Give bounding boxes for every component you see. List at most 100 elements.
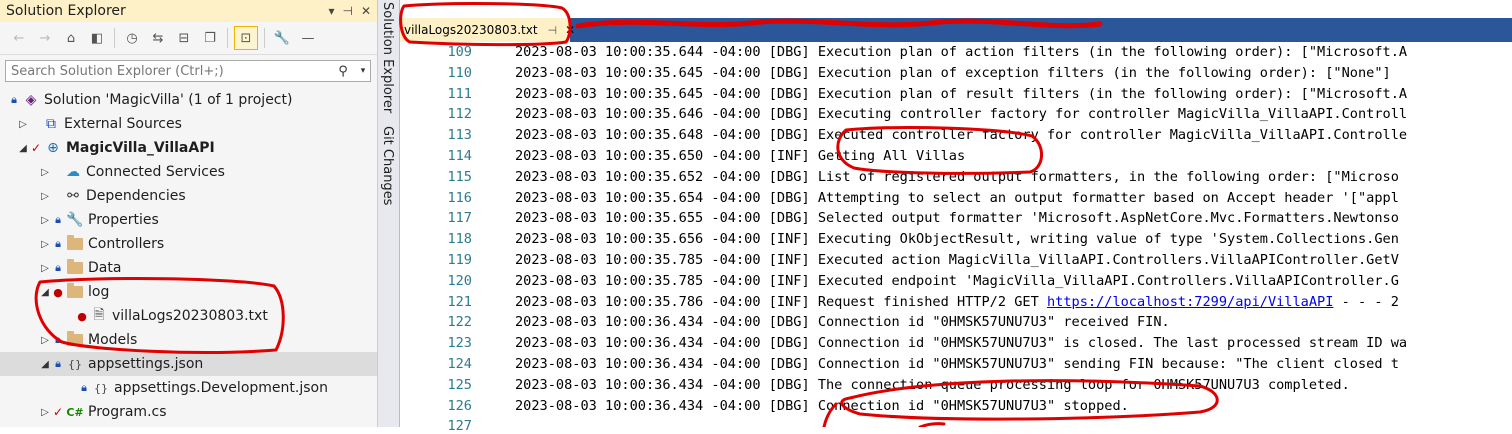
text-editor[interactable]: 109 2023-08-03 10:00:35.644 -04:00 [DBG] … (400, 42, 1512, 434)
preview-selected-items-icon[interactable]: ⊡ (234, 26, 258, 50)
more-options-icon[interactable]: — (297, 27, 319, 49)
search-icon[interactable]: ⚲ (330, 64, 356, 79)
collapse-arrow-icon[interactable]: ◢ (38, 287, 52, 298)
log-line[interactable]: 2023-08-03 10:00:35.645 -04:00 [DBG] Exe… (515, 65, 1391, 81)
log-line[interactable]: 2023-08-03 10:00:35.785 -04:00 [INF] Exe… (515, 273, 1399, 289)
log-line[interactable]: 2023-08-03 10:00:35.655 -04:00 [DBG] Sel… (515, 210, 1399, 226)
switch-views-icon[interactable]: ◧ (86, 27, 108, 49)
log-line[interactable]: 2023-08-03 10:00:36.434 -04:00 [DBG] Con… (515, 356, 1399, 372)
line-number: 124 (447, 356, 472, 372)
tree-item-villalogs-file[interactable]: ● 🗎 villaLogs20230803.txt (0, 304, 377, 328)
lock-icon: 🔒︎ (55, 237, 61, 250)
log-line[interactable]: 2023-08-03 10:00:35.644 -04:00 [DBG] Exe… (515, 44, 1407, 60)
tree-item-label: External Sources (64, 116, 182, 132)
log-line[interactable]: 2023-08-03 10:00:35.652 -04:00 [DBG] Lis… (515, 169, 1399, 185)
log-line-text: 2023-08-03 10:00:35.650 -04:00 [INF] Get… (515, 148, 966, 164)
tree-item-program-cs[interactable]: ▷ ✓ C# Program.cs (0, 400, 377, 424)
tree-item-appsettings-development[interactable]: 🔒︎ {} appsettings.Development.json (0, 376, 377, 400)
tab-villalogs[interactable]: villaLogs20230803.txt ⊣ ✕ (400, 18, 575, 42)
expand-arrow-icon[interactable]: ▷ (16, 119, 30, 130)
expand-arrow-icon[interactable]: ▷ (38, 263, 52, 274)
log-line[interactable]: 2023-08-03 10:00:35.646 -04:00 [DBG] Exe… (515, 106, 1407, 122)
tab-redacted-2[interactable] (696, 20, 796, 42)
tree-item-label: Data (88, 260, 122, 276)
expand-arrow-icon[interactable]: ▷ (38, 191, 52, 202)
tab-redacted-4[interactable] (900, 20, 1070, 42)
log-line[interactable]: 2023-08-03 10:00:35.656 -04:00 [INF] Exe… (515, 231, 1399, 247)
tree-item-label: Controllers (88, 236, 165, 252)
home-icon[interactable]: ⌂ (60, 27, 82, 49)
log-line[interactable]: 2023-08-03 10:00:36.434 -04:00 [DBG] Con… (515, 398, 1129, 414)
collapse-arrow-icon[interactable]: ◢ (38, 359, 52, 370)
log-line[interactable]: 2023-08-03 10:00:35.645 -04:00 [DBG] Exe… (515, 86, 1407, 102)
tree-item-properties[interactable]: ▷ 🔒︎ 🔧 Properties (0, 208, 377, 232)
tab-redacted-1[interactable] (574, 20, 694, 42)
back-icon[interactable]: ← (8, 27, 30, 49)
search-options-dropdown-icon[interactable]: ▾ (356, 66, 370, 76)
log-line[interactable]: 2023-08-03 10:00:35.654 -04:00 [DBG] Att… (515, 190, 1399, 206)
line-number: 113 (447, 127, 472, 144)
close-icon[interactable]: ✕ (361, 4, 371, 18)
tree-item-solution[interactable]: 🔒︎ ◈ Solution 'MagicVilla' (1 of 1 proje… (0, 88, 377, 112)
log-line-text: 2023-08-03 10:00:35.786 -04:00 [INF] Req… (515, 293, 1047, 310)
pending-add-icon: ● (53, 285, 63, 299)
log-line-text: 2023-08-03 10:00:35.644 -04:00 [DBG] Exe… (515, 44, 1408, 60)
tree-item-data[interactable]: ▷ 🔒︎ Data (0, 256, 377, 280)
log-line-text: 2023-08-03 10:00:35.785 -04:00 [INF] Exe… (515, 252, 1399, 268)
side-tab-git-changes[interactable]: Git Changes (380, 126, 395, 205)
show-all-files-icon[interactable]: ❐ (199, 27, 221, 49)
tree-item-project[interactable]: ◢ ✓ ⊕ MagicVilla_VillaAPI (0, 136, 377, 160)
solution-explorer-titlebar: Solution Explorer ▾ ⊣ ✕ (0, 0, 377, 22)
collapse-all-icon[interactable]: ⊟ (173, 27, 195, 49)
pending-changes-filter-icon[interactable]: ◷ (121, 27, 143, 49)
tree-item-label: MagicVilla_VillaAPI (66, 140, 215, 156)
line-number: 119 (447, 252, 472, 268)
tree-item-models[interactable]: ▷ 🔒︎ Models (0, 328, 377, 352)
tab-redacted-3[interactable] (798, 20, 898, 42)
line-number: 126 (447, 397, 472, 414)
log-line[interactable]: 2023-08-03 10:00:35.650 -04:00 [INF] Get… (515, 148, 965, 164)
line-number: 112 (447, 106, 472, 123)
json-file-icon: {} (68, 357, 82, 371)
log-line[interactable]: 2023-08-03 10:00:36.434 -04:00 [DBG] Con… (515, 335, 1407, 351)
sync-with-document-icon[interactable]: ⇆ (147, 27, 169, 49)
tree-item-appsettings[interactable]: ◢ 🔒︎ {} appsettings.json (0, 352, 377, 376)
tree-item-controllers[interactable]: ▷ 🔒︎ Controllers (0, 232, 377, 256)
side-tab-solution-explorer[interactable]: Solution Explorer (380, 2, 395, 113)
expand-arrow-icon[interactable]: ▷ (38, 239, 52, 250)
web-project-icon: ⊕ (47, 140, 59, 156)
expand-arrow-icon[interactable]: ▷ (38, 335, 52, 346)
tree-item-label: Dependencies (86, 188, 186, 204)
json-file-icon: {} (94, 381, 108, 395)
expand-arrow-icon[interactable]: ▷ (38, 215, 52, 226)
url-link[interactable]: https://localhost:7299/api/VillaAPI (1047, 294, 1333, 310)
log-line[interactable]: 2023-08-03 10:00:36.434 -04:00 [DBG] Con… (515, 314, 1170, 330)
lock-icon: 🔒︎ (81, 381, 87, 394)
properties-wrench-icon[interactable]: 🔧 (271, 27, 293, 49)
line-number: 118 (447, 231, 472, 248)
collapse-arrow-icon[interactable]: ◢ (16, 143, 30, 154)
tree-item-connected-services[interactable]: ▷ ☁ Connected Services (0, 160, 377, 184)
expand-arrow-icon[interactable]: ▷ (38, 407, 52, 418)
lock-icon: 🔒︎ (55, 261, 61, 274)
tree-item-external-sources[interactable]: ▷ ⧉ External Sources (0, 112, 377, 136)
pin-tab-icon[interactable]: ⊣ (548, 24, 558, 37)
auto-hide-pin-icon[interactable]: ⊣ (342, 4, 352, 18)
tree-item-label: appsettings.Development.json (114, 380, 328, 396)
line-number: 109 (447, 44, 472, 60)
tab-redacted-5[interactable] (1072, 20, 1172, 42)
expand-arrow-icon[interactable]: ▷ (38, 167, 52, 178)
log-line-text: 2023-08-03 10:00:35.656 -04:00 [INF] Exe… (515, 231, 1399, 248)
solution-explorer-search-box[interactable]: ⚲ ▾ (5, 60, 371, 82)
window-position-dropdown-icon[interactable]: ▾ (328, 4, 334, 18)
tree-item-dependencies[interactable]: ▷ ⚯ Dependencies (0, 184, 377, 208)
side-tool-window-strip: Solution Explorer Git Changes (378, 0, 400, 427)
log-line[interactable]: 2023-08-03 10:00:35.648 -04:00 [DBG] Exe… (515, 127, 1407, 143)
forward-icon[interactable]: → (34, 27, 56, 49)
lock-icon: 🔒︎ (11, 93, 17, 106)
tree-item-log[interactable]: ◢ ● log (0, 280, 377, 304)
log-line[interactable]: 2023-08-03 10:00:35.786 -04:00 [INF] Req… (515, 294, 1399, 310)
log-line[interactable]: 2023-08-03 10:00:35.785 -04:00 [INF] Exe… (515, 252, 1399, 268)
log-line[interactable]: 2023-08-03 10:00:36.434 -04:00 [DBG] The… (515, 377, 1350, 393)
search-input[interactable] (6, 62, 330, 80)
